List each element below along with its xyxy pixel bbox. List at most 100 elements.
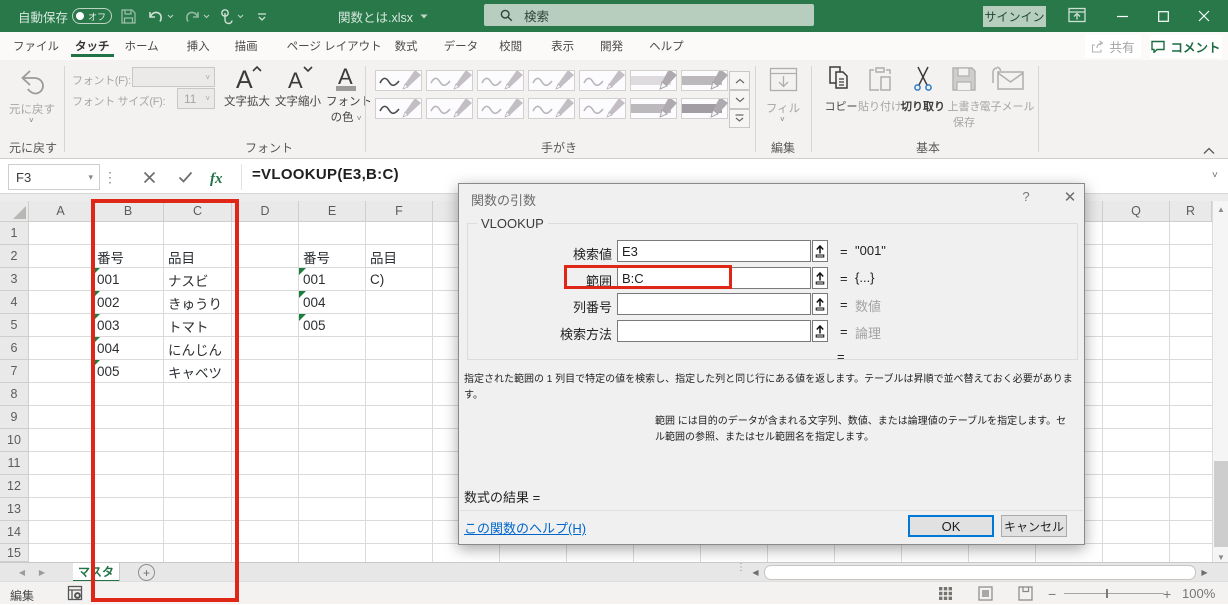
row-header-5[interactable]: 5 — [0, 314, 28, 337]
scroll-up-arrow[interactable]: ▲ — [1213, 201, 1228, 218]
page-break-view-icon[interactable] — [1018, 586, 1033, 601]
cell-B2[interactable]: 番号 — [93, 245, 124, 268]
touch-mode-dropdown-chevron[interactable] — [237, 14, 244, 19]
row-header-2[interactable]: 2 — [0, 245, 28, 268]
row-header-12[interactable]: 12 — [0, 475, 28, 498]
tab-ページ レイアウト[interactable]: ページ レイアウト — [287, 32, 382, 60]
redo-icon[interactable] — [183, 8, 200, 25]
undo-big-icon[interactable] — [17, 68, 47, 101]
column-header-C[interactable]: C — [164, 201, 232, 221]
new-sheet-button[interactable]: + — [138, 564, 155, 581]
field-input[interactable]: B:C — [617, 267, 811, 289]
pen-gallery-expand-button[interactable] — [729, 109, 750, 128]
tab-校閲[interactable]: 校閲 — [499, 32, 522, 60]
cell-C6[interactable]: にんじん — [164, 337, 222, 360]
close-button[interactable] — [1184, 0, 1224, 32]
pen-style-hl-light-r1c6[interactable] — [630, 69, 677, 91]
fill-icon[interactable] — [769, 67, 798, 96]
sheet-nav-right-icon[interactable]: ▶ — [31, 563, 53, 582]
formula-bar-splitter[interactable]: ⋮ — [103, 167, 117, 187]
font-size-combo[interactable]: 11 ˅ — [177, 88, 215, 109]
vertical-scroll-thumb[interactable] — [1214, 461, 1228, 547]
zoom-in-icon[interactable]: + — [1163, 586, 1171, 602]
ok-button[interactable]: OK — [908, 515, 994, 537]
column-header-D[interactable]: D — [232, 201, 299, 221]
pen-style-hl-mid-r1c7[interactable] — [681, 69, 728, 91]
tab-scroll-splitter[interactable]: ⋮ — [736, 563, 746, 573]
tab-表示[interactable]: 表示 — [551, 32, 574, 60]
scroll-down-arrow[interactable]: ▼ — [1213, 549, 1228, 562]
enter-formula-icon[interactable] — [170, 164, 200, 190]
document-title[interactable]: 関数とは.xlsx — [338, 0, 428, 32]
cell-C7[interactable]: キャベツ — [164, 360, 222, 383]
row-header-11[interactable]: 11 — [0, 452, 28, 475]
share-button[interactable]: 共有 — [1085, 35, 1141, 58]
pen-style-pen-r2c5[interactable] — [579, 98, 626, 119]
grow-font-button[interactable]: A 文字拡大 — [224, 64, 270, 109]
save-icon[interactable] — [120, 8, 137, 25]
normal-view-icon[interactable] — [938, 586, 953, 601]
cell-C5[interactable]: トマト — [164, 314, 209, 337]
tab-数式[interactable]: 数式 — [395, 32, 418, 60]
redo-dropdown-chevron[interactable] — [203, 14, 210, 19]
cell-C3[interactable]: ナスビ — [164, 268, 209, 291]
pen-style-pen-dark-r1c1[interactable] — [375, 70, 422, 91]
tab-ホーム[interactable]: ホーム — [125, 32, 159, 60]
cell-E2[interactable]: 番号 — [299, 245, 330, 268]
row-header-3[interactable]: 3 — [0, 268, 28, 291]
field-input[interactable] — [617, 320, 811, 342]
column-header-Q[interactable]: Q — [1103, 201, 1170, 221]
row-header-4[interactable]: 4 — [0, 291, 28, 314]
undo-dropdown-chevron[interactable] — [167, 14, 174, 19]
tab-データ[interactable]: データ — [444, 32, 479, 60]
pen-style-pen-r1c5[interactable] — [579, 70, 626, 91]
shrink-font-button[interactable]: A 文字縮小 — [275, 64, 321, 109]
collapse-ribbon-icon[interactable] — [1203, 143, 1215, 158]
insert-function-icon[interactable]: fx — [204, 164, 234, 190]
collapse-dialog-icon[interactable] — [812, 240, 828, 262]
font-color-button[interactable]: A フォント の色 ˅ — [326, 64, 372, 125]
tab-描画[interactable]: 描画 — [235, 32, 258, 60]
row-header-1[interactable]: 1 — [0, 222, 28, 245]
row-header-10[interactable]: 10 — [0, 429, 28, 452]
vertical-scrollbar[interactable]: ▲ ▼ — [1212, 201, 1228, 562]
zoom-out-icon[interactable]: − — [1048, 586, 1056, 602]
pen-style-pen-r1c4[interactable] — [528, 70, 575, 91]
hscroll-right-arrow[interactable]: ▶ — [1197, 565, 1212, 580]
comments-button[interactable]: コメント — [1150, 35, 1222, 58]
expand-formula-bar-icon[interactable]: ˅ — [1212, 170, 1218, 181]
undo-icon[interactable] — [147, 8, 164, 25]
collapse-dialog-icon[interactable] — [812, 267, 828, 289]
paste-button[interactable]: 貼り付け — [858, 64, 902, 114]
pen-style-pen-r2c3[interactable] — [477, 98, 524, 119]
tab-ファイル[interactable]: ファイル — [13, 32, 59, 60]
column-header-A[interactable]: A — [29, 201, 93, 221]
row-header-7[interactable]: 7 — [0, 360, 28, 383]
pen-style-pen-r2c4[interactable] — [528, 98, 575, 119]
row-header-8[interactable]: 8 — [0, 383, 28, 406]
dialog-close-icon[interactable]: ✕ — [1061, 188, 1079, 206]
pen-style-hl-dark-r2c7[interactable] — [681, 97, 728, 119]
name-box[interactable]: F3 ▾ — [8, 164, 100, 190]
row-header-9[interactable]: 9 — [0, 406, 28, 429]
formula-input[interactable]: =VLOOKUP(E3,B:C) — [252, 166, 399, 183]
cell-F3[interactable]: C) — [366, 268, 384, 291]
pen-style-pen-r1c2[interactable] — [426, 70, 473, 91]
search-box[interactable]: 検索 — [484, 4, 814, 26]
tab-ヘルプ[interactable]: ヘルプ — [649, 32, 684, 60]
page-layout-view-icon[interactable] — [978, 586, 993, 601]
column-header-R[interactable]: R — [1170, 201, 1212, 221]
customize-qat-icon[interactable] — [256, 8, 268, 25]
font-name-combo[interactable]: ˅ — [132, 67, 215, 87]
field-input[interactable]: E3 — [617, 240, 811, 262]
row-header-6[interactable]: 6 — [0, 337, 28, 360]
minimize-button[interactable] — [1102, 0, 1142, 32]
cell-C4[interactable]: きゅうり — [164, 291, 222, 314]
row-header-13[interactable]: 13 — [0, 498, 28, 521]
macro-record-icon[interactable] — [67, 585, 84, 602]
function-help-link[interactable]: この関数のヘルプ(H) — [464, 518, 586, 537]
undo-button-label[interactable]: 元に戻す — [9, 101, 55, 117]
select-all-corner[interactable] — [0, 201, 29, 221]
tab-タッチ[interactable]: タッチ — [71, 32, 113, 60]
collapse-dialog-icon[interactable] — [812, 320, 828, 342]
